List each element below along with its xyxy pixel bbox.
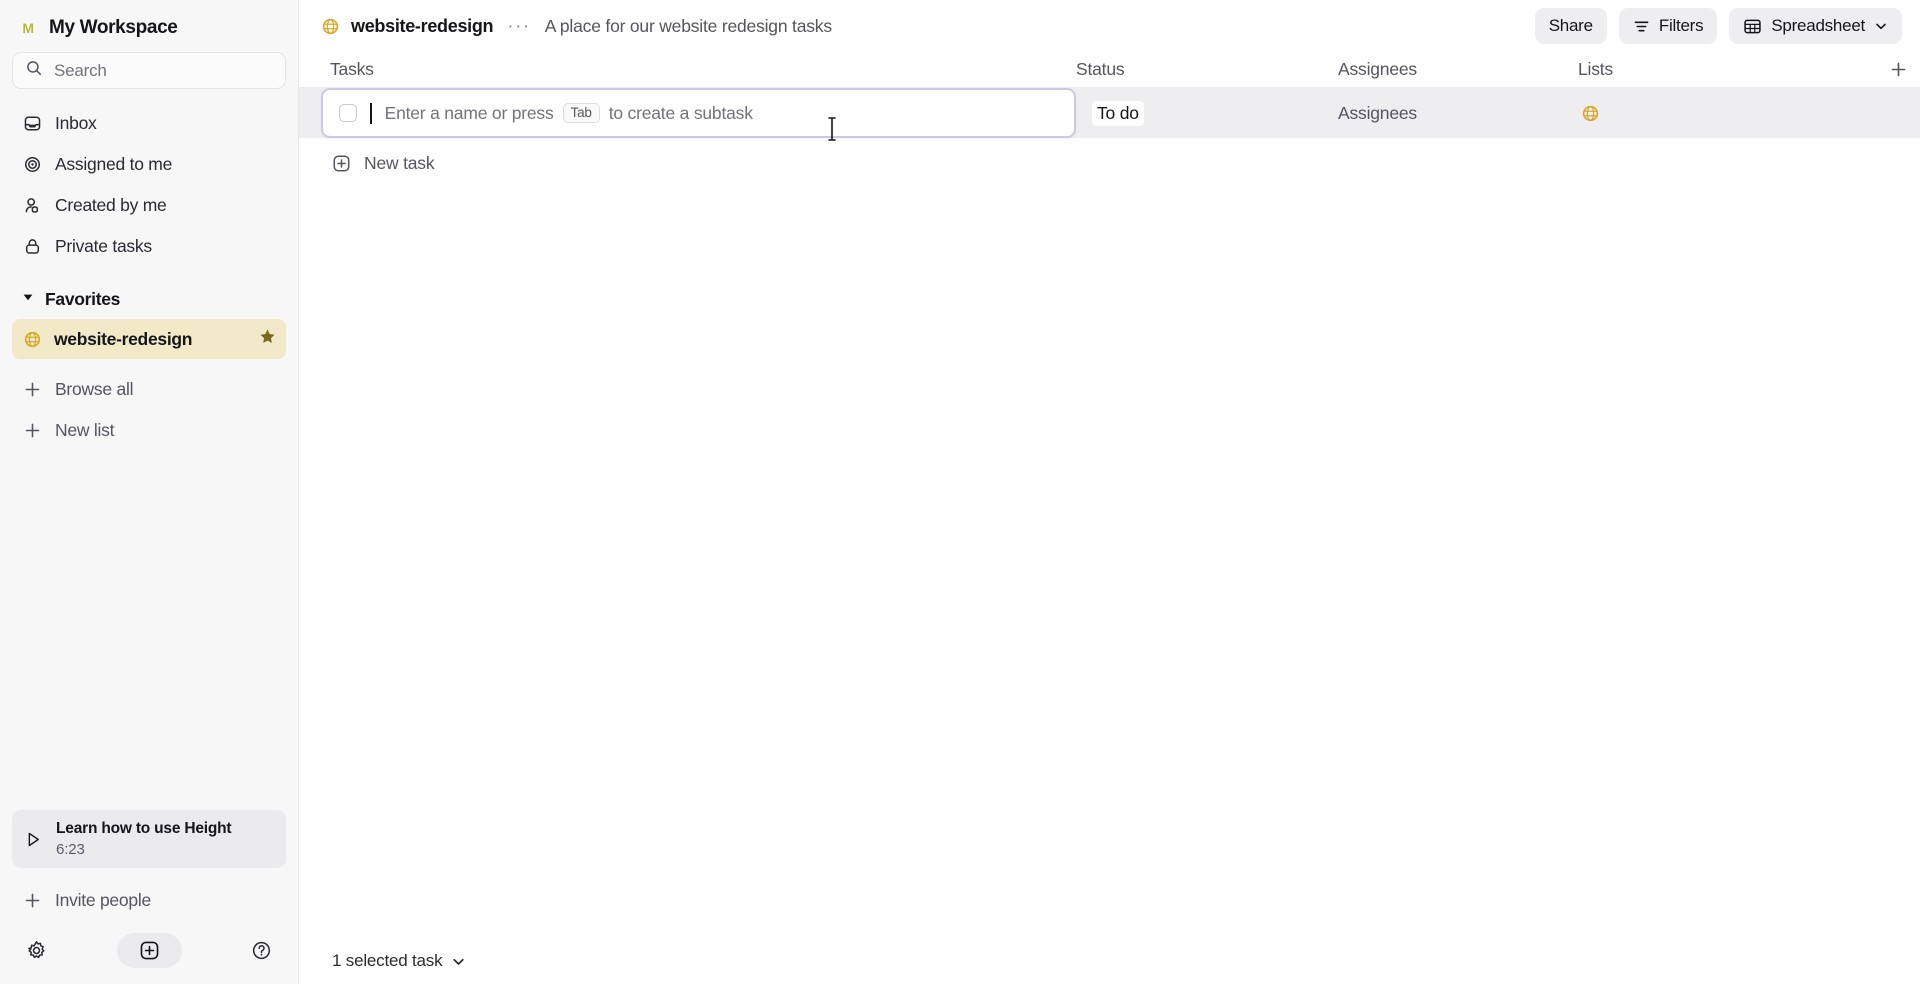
star-icon[interactable] <box>259 328 276 350</box>
placeholder-text-before: Enter a name or press <box>384 102 554 123</box>
assignees-placeholder: Assignees <box>1338 102 1417 123</box>
sidebar-item-label: website-redesign <box>54 328 193 349</box>
sidebar-item-assigned-to-me[interactable]: Assigned to me <box>12 144 286 185</box>
column-header-lists[interactable]: Lists <box>1578 59 1876 80</box>
filter-icon <box>1633 18 1650 35</box>
promo-duration: 6:23 <box>56 841 85 858</box>
share-button[interactable]: Share <box>1534 8 1607 44</box>
search-container: Search <box>0 52 298 99</box>
invite-section: Invite people <box>0 876 298 923</box>
text-caret <box>370 102 372 124</box>
new-list-button[interactable]: New list <box>12 410 286 451</box>
browse-all-button[interactable]: Browse all <box>12 369 286 410</box>
globe-icon <box>1581 104 1600 123</box>
topbar: website-redesign ··· A place for our web… <box>299 0 1920 52</box>
learn-promo-card[interactable]: Learn how to use Height 6:23 <box>12 810 286 868</box>
column-header-assignees[interactable]: Assignees <box>1338 59 1578 80</box>
sidebar-item-website-redesign[interactable]: website-redesign <box>12 319 286 359</box>
primary-nav: Inbox Assigned to me Created by me Priva… <box>0 99 298 267</box>
sidebar-item-label: Private tasks <box>55 236 152 256</box>
sidebar-item-label: Created by me <box>55 195 167 215</box>
chevron-down-icon <box>22 290 34 308</box>
plus-icon <box>22 891 42 911</box>
spreadsheet-icon <box>1743 17 1762 36</box>
overflow-menu-icon[interactable]: ··· <box>503 17 534 36</box>
selection-statusbar[interactable]: 1 selected task <box>299 938 1920 984</box>
tab-keycap: Tab <box>562 102 600 124</box>
plus-square-icon <box>332 154 351 173</box>
table-row[interactable]: Enter a name or press Tab to create a su… <box>299 88 1920 138</box>
cell-assignees[interactable]: Assignees <box>1338 88 1578 138</box>
gear-icon[interactable] <box>26 940 47 961</box>
table-column-header: Tasks Status Assignees Lists <box>299 52 1920 88</box>
plus-square-icon[interactable] <box>116 933 182 968</box>
app-root: M My Workspace Search Inbox Assigned to … <box>0 0 1920 984</box>
breadcrumb-name[interactable]: website-redesign <box>351 16 494 37</box>
chevron-down-icon[interactable] <box>451 954 466 969</box>
workspace-header[interactable]: M My Workspace <box>0 0 298 52</box>
lock-icon <box>22 237 42 257</box>
view-switcher-button[interactable]: Spreadsheet <box>1729 8 1902 44</box>
cell-status[interactable]: To do <box>1076 88 1338 138</box>
status-badge: To do <box>1092 100 1144 126</box>
sidebar-item-label: Inbox <box>55 113 97 133</box>
favorites-label: Favorites <box>45 288 121 309</box>
sidebar-item-private-tasks[interactable]: Private tasks <box>12 226 286 267</box>
invite-people-button[interactable]: Invite people <box>12 880 286 921</box>
globe-icon <box>321 17 340 36</box>
filters-label: Filters <box>1658 16 1704 35</box>
workspace-avatar: M <box>22 20 34 36</box>
promo-title: Learn how to use Height <box>56 820 232 837</box>
new-list-label: New list <box>55 420 115 440</box>
add-column-button[interactable] <box>1876 61 1920 78</box>
plus-icon <box>22 380 42 400</box>
column-header-tasks[interactable]: Tasks <box>321 59 1076 80</box>
sidebar-item-label: Assigned to me <box>55 154 173 174</box>
cell-lists[interactable] <box>1578 88 1920 138</box>
target-icon <box>22 155 42 175</box>
list-links: Browse all New list <box>0 365 298 451</box>
selected-count-label: 1 selected task <box>332 951 443 970</box>
task-name-input[interactable]: Enter a name or press Tab to create a su… <box>321 88 1076 138</box>
sidebar: M My Workspace Search Inbox Assigned to … <box>0 0 299 984</box>
user-icon <box>22 196 42 216</box>
sidebar-bottom-toolbar <box>0 923 298 984</box>
new-task-label: New task <box>364 152 435 173</box>
play-icon <box>22 831 44 848</box>
help-icon[interactable] <box>251 940 272 961</box>
view-switcher-label: Spreadsheet <box>1771 16 1865 35</box>
sidebar-item-inbox[interactable]: Inbox <box>12 103 286 144</box>
list-description: A place for our website redesign tasks <box>544 15 832 36</box>
plus-icon <box>22 421 42 441</box>
invite-people-label: Invite people <box>55 890 151 910</box>
column-header-status[interactable]: Status <box>1076 59 1338 80</box>
task-rows: Enter a name or press Tab to create a su… <box>299 88 1920 188</box>
search-input[interactable]: Search <box>12 52 286 89</box>
sidebar-item-created-by-me[interactable]: Created by me <box>12 185 286 226</box>
main-content: website-redesign ··· A place for our web… <box>299 0 1920 984</box>
new-task-button[interactable]: New task <box>299 138 1920 188</box>
search-icon <box>25 59 43 82</box>
inbox-icon <box>22 114 42 134</box>
task-input-placeholder: Enter a name or press Tab to create a su… <box>385 103 753 124</box>
globe-icon <box>22 329 42 349</box>
breadcrumb: website-redesign <box>321 16 494 37</box>
task-checkbox[interactable] <box>339 104 357 122</box>
filters-button[interactable]: Filters <box>1618 8 1718 44</box>
browse-all-label: Browse all <box>55 379 134 399</box>
chevron-down-icon <box>1874 19 1888 33</box>
placeholder-text-after: to create a subtask <box>608 102 753 123</box>
search-placeholder: Search <box>54 60 107 80</box>
favorites-section-header[interactable]: Favorites <box>0 279 298 319</box>
topbar-actions: Share Filters Spreadsheet <box>1534 8 1902 44</box>
workspace-title: My Workspace <box>49 17 178 38</box>
